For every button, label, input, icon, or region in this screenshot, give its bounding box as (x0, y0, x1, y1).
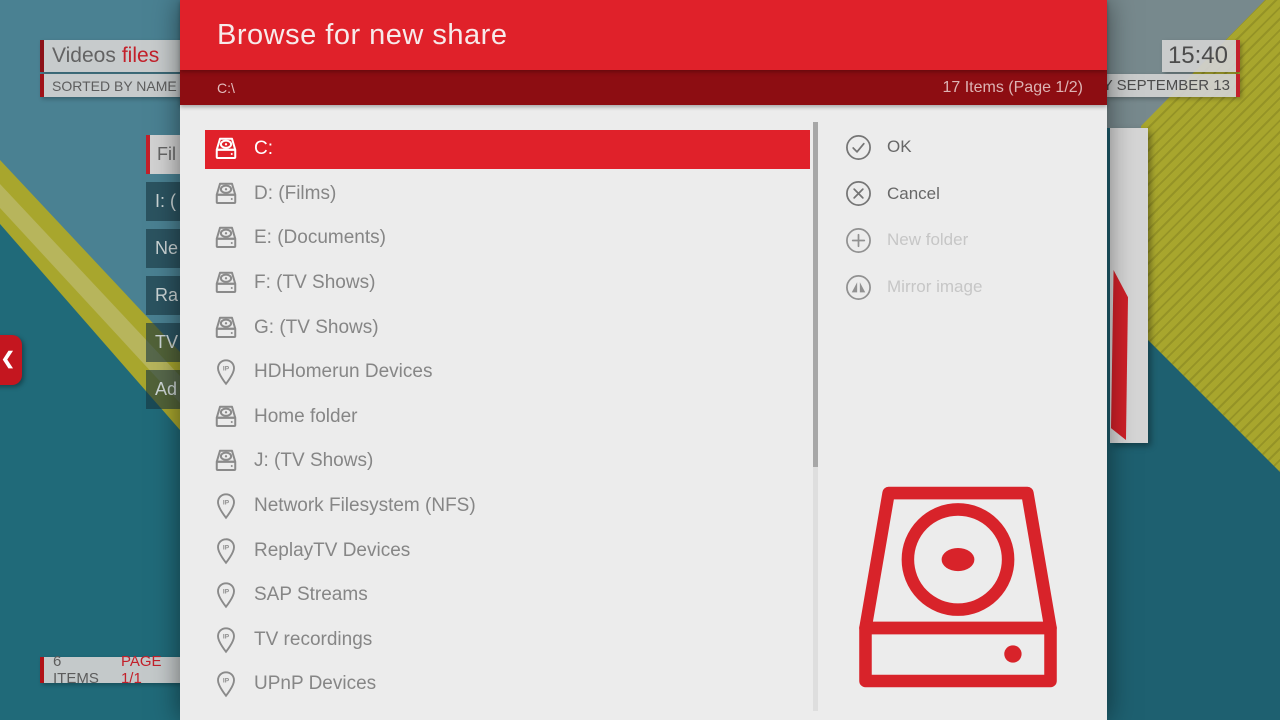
sidebar-item[interactable]: TV (146, 323, 180, 362)
list-item[interactable]: E: (Documents) (205, 216, 810, 261)
svg-text:IP: IP (223, 544, 230, 551)
items-page-info: 17 Items (Page 1/2) (942, 79, 1083, 97)
background-card-artwork (1111, 270, 1128, 440)
browse-share-dialog: Browse for new share C:\ 17 Items (Page … (180, 0, 1107, 720)
list-item-label: F: (TV Shows) (254, 272, 375, 294)
cancel-button[interactable]: Cancel (845, 171, 982, 218)
dialog-title: Browse for new share (217, 19, 507, 52)
sidebar-item[interactable]: Ad (146, 370, 180, 409)
network-ip-icon: IP (211, 536, 241, 566)
mirror-image-button[interactable]: Mirror image (845, 264, 982, 311)
hard-disk-icon (211, 134, 241, 164)
network-ip-icon: IP (211, 491, 241, 521)
hard-disk-icon (211, 268, 241, 298)
list-item-label: Network Filesystem (NFS) (254, 495, 476, 517)
list-item[interactable]: J: (TV Shows) (205, 439, 810, 484)
network-ip-icon: IP (211, 669, 241, 699)
list-item[interactable]: F: (TV Shows) (205, 261, 810, 306)
clock: 15:40 (1162, 40, 1240, 72)
sidebar-item[interactable]: Ne (146, 229, 180, 268)
collapse-panel-button[interactable]: ❮ (0, 335, 22, 385)
list-item-label: C: (254, 138, 273, 160)
list-item[interactable]: D: (Films) (205, 172, 810, 217)
list-item[interactable]: Home folder (205, 395, 810, 440)
svg-text:IP: IP (223, 633, 230, 640)
hard-disk-icon (211, 446, 241, 476)
list-item-label: TV recordings (254, 629, 372, 651)
list-item[interactable]: IP HDHomerun Devices (205, 350, 810, 395)
list-scrollbar[interactable] (813, 122, 818, 711)
list-item[interactable]: G: (TV Shows) (205, 305, 810, 350)
list-item-label: E: (Documents) (254, 227, 386, 249)
ok-button[interactable]: OK (845, 124, 982, 171)
svg-text:IP: IP (223, 366, 230, 373)
hard-disk-icon (852, 485, 1064, 690)
items-page-status: 6 ITEMS PAGE 1/1 (40, 657, 185, 683)
background-right (1105, 0, 1280, 720)
button-label: New folder (887, 230, 968, 250)
list-item-label: Home folder (254, 406, 358, 428)
page-title-primary: Videos (52, 44, 116, 68)
list-item-label: D: (Films) (254, 183, 336, 205)
list-item-label: HDHomerun Devices (254, 361, 432, 383)
network-ip-icon: IP (211, 625, 241, 655)
network-ip-icon: IP (211, 357, 241, 387)
hard-disk-icon (211, 313, 241, 343)
button-label: Cancel (887, 184, 940, 204)
list-item-label: UPnP Devices (254, 673, 376, 695)
hard-disk-icon (211, 179, 241, 209)
svg-text:IP: IP (223, 500, 230, 507)
list-item-label: SAP Streams (254, 584, 368, 606)
check-circle-icon (845, 134, 872, 161)
scrollbar-thumb[interactable] (813, 122, 818, 467)
svg-text:IP: IP (223, 589, 230, 596)
dialog-button-panel: OK Cancel New folder Mirror image (845, 124, 982, 310)
new-folder-button[interactable]: New folder (845, 217, 982, 264)
items-count: 6 ITEMS (53, 653, 110, 687)
cross-circle-icon (845, 180, 872, 207)
list-item[interactable]: C: (205, 127, 810, 172)
chevron-left-icon: ❮ (1, 349, 15, 369)
network-ip-icon: IP (211, 580, 241, 610)
svg-text:IP: IP (223, 678, 230, 685)
plus-circle-icon (845, 227, 872, 254)
background-card (1110, 128, 1148, 443)
sidebar-item[interactable]: Fil (146, 135, 180, 174)
list-item[interactable]: IP SAP Streams (205, 573, 810, 618)
sidebar-item[interactable]: I: ( (146, 182, 180, 221)
dialog-body: C: D: (Films) E: (Documents) F: (TV Show… (180, 105, 1107, 720)
background-sidebar: Fil I: ( Ne Ra TV Ad (146, 135, 180, 417)
sort-label: SORTED BY NAME (40, 74, 190, 97)
dialog-path-bar: C:\ 17 Items (Page 1/2) (180, 70, 1107, 105)
current-path: C:\ (217, 80, 235, 96)
list-item-label: J: (TV Shows) (254, 450, 373, 472)
page-indicator: PAGE 1/1 (121, 653, 185, 687)
list-item[interactable]: IP ReplayTV Devices (205, 528, 810, 573)
list-item[interactable]: IP Network Filesystem (NFS) (205, 484, 810, 529)
hard-disk-icon (211, 402, 241, 432)
dialog-header: Browse for new share (180, 0, 1107, 70)
page-title-secondary: files (122, 44, 159, 68)
sidebar-item[interactable]: Ra (146, 276, 180, 315)
list-item-label: ReplayTV Devices (254, 540, 410, 562)
date-label: RDAY SEPTEMBER 13 (1105, 74, 1240, 97)
list-item[interactable]: IP TV recordings (205, 618, 810, 663)
share-list: C: D: (Films) E: (Documents) F: (TV Show… (205, 127, 810, 707)
button-label: Mirror image (887, 277, 982, 297)
button-label: OK (887, 137, 912, 157)
list-item-label: G: (TV Shows) (254, 317, 379, 339)
list-item[interactable]: IP UPnP Devices (205, 662, 810, 707)
page-title: Videos files (40, 40, 190, 72)
hard-disk-icon (211, 223, 241, 253)
mirror-circle-icon (845, 274, 872, 301)
